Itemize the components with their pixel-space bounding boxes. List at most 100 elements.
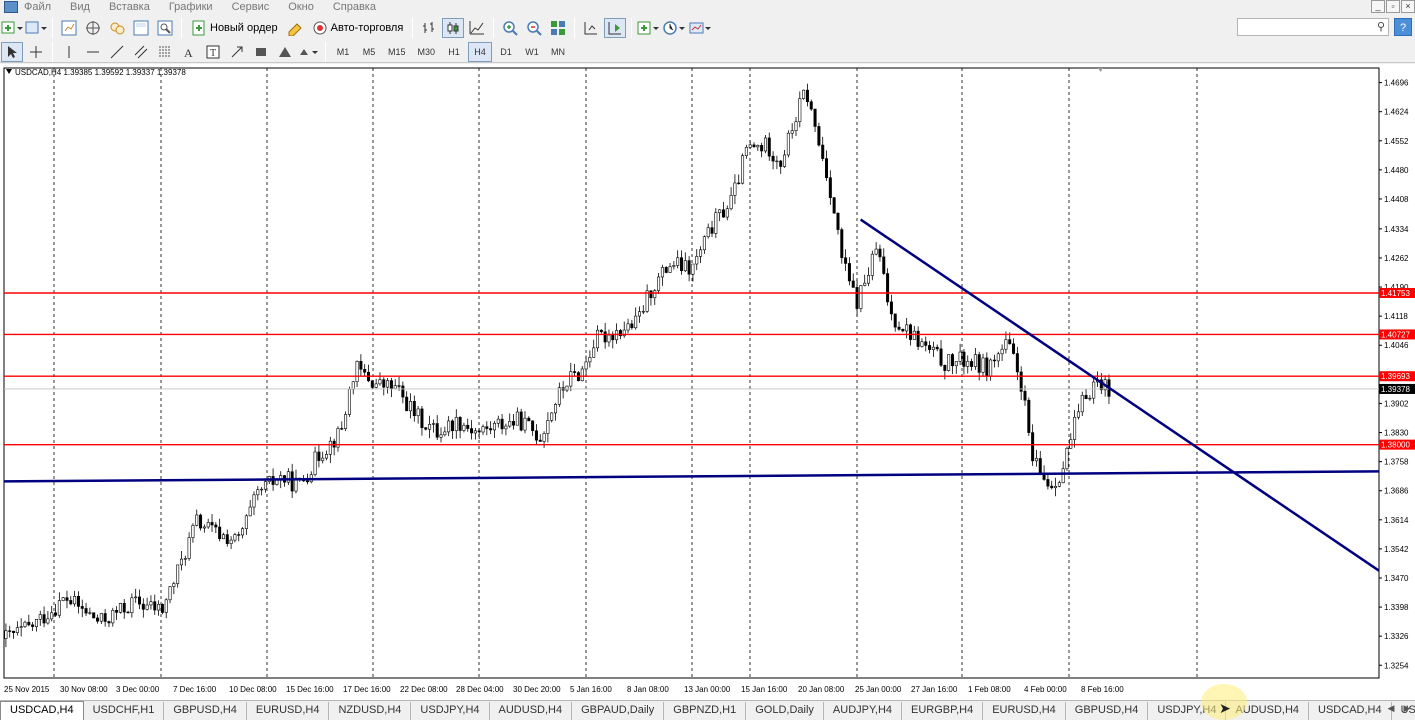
candle: [199, 513, 203, 531]
restore-button[interactable]: ▫: [1386, 0, 1400, 13]
chart-tab[interactable]: AUDUSD,H4: [490, 702, 573, 720]
zoom-out-icon[interactable]: [523, 18, 545, 38]
chart-tab[interactable]: USDCAD,H4: [0, 701, 84, 720]
cursor-icon[interactable]: [1, 41, 23, 62]
candle-body: [439, 434, 443, 438]
chart-tab[interactable]: NZDUSD,H4: [329, 702, 412, 720]
crosshair-icon[interactable]: [25, 42, 47, 62]
chart-tab[interactable]: GBPUSD,H4: [164, 702, 247, 720]
chart-tab[interactable]: EURUSD,H4: [983, 702, 1066, 720]
timeframe-m15[interactable]: M15: [383, 42, 411, 62]
new-chart-icon[interactable]: [1, 18, 23, 38]
candle: [947, 354, 951, 372]
indicators-icon[interactable]: [637, 18, 661, 38]
candle-body: [683, 260, 687, 272]
data-window-icon[interactable]: [82, 18, 104, 38]
help-button[interactable]: ?: [1394, 18, 1412, 36]
candle-body: [931, 346, 935, 350]
dropdown-triangle-icon[interactable]: [6, 69, 12, 74]
timeframe-mn[interactable]: MN: [546, 42, 570, 62]
candle-body: [950, 354, 954, 367]
chart-tab[interactable]: EURGBP,H4: [902, 702, 984, 720]
timeframe-m5[interactable]: M5: [357, 42, 381, 62]
navigator-icon[interactable]: [106, 18, 128, 38]
timeframe-w1[interactable]: W1: [520, 42, 544, 62]
tile-windows-icon[interactable]: [547, 18, 569, 38]
strategy-tester-icon[interactable]: [154, 18, 176, 38]
candle-body: [977, 354, 981, 373]
autotrading-button[interactable]: Авто-торговля: [308, 18, 408, 38]
chart-tab[interactable]: USDCAD,H4: [1309, 702, 1392, 720]
timeframe-h4[interactable]: H4: [468, 41, 493, 62]
text-label-icon[interactable]: T: [202, 42, 224, 62]
price-axis-label: 1.4262: [1384, 254, 1409, 263]
candle-body: [958, 351, 962, 362]
candle-body: [1027, 399, 1031, 433]
candlestick-chart-icon[interactable]: [442, 18, 465, 38]
bar-chart-icon[interactable]: [418, 18, 440, 38]
price-chart[interactable]: 1.4696 1.4624 1.4552 1.4480 1.4408 1.4334 1.42…: [0, 64, 1415, 700]
candle-body: [542, 433, 546, 442]
timeframe-m30[interactable]: M30: [413, 42, 441, 62]
line-chart-icon[interactable]: [466, 18, 488, 38]
candle-body: [61, 597, 65, 601]
trendline-icon[interactable]: [106, 42, 128, 62]
menu-insert[interactable]: Вставка: [109, 1, 150, 13]
scroll-left-icon[interactable]: ◀: [1383, 703, 1399, 714]
time-axis-label: 3 Dec 00:00: [116, 685, 160, 694]
text-icon[interactable]: A: [178, 42, 200, 62]
timeframe-d1[interactable]: D1: [494, 42, 518, 62]
chart-tab[interactable]: GBPNZD,H1: [664, 702, 747, 720]
auto-scroll-icon[interactable]: [604, 18, 627, 38]
price-axis-label: 1.3398: [1384, 603, 1409, 612]
chart-tab[interactable]: AUDJPY,H4: [824, 702, 903, 720]
minimize-button[interactable]: _: [1371, 0, 1385, 13]
triangle-icon[interactable]: [274, 42, 296, 62]
timeframe-m1[interactable]: M1: [331, 42, 355, 62]
terminal-icon[interactable]: [130, 18, 152, 38]
timeframe-h1[interactable]: H1: [442, 42, 466, 62]
search-input[interactable]: ⚲: [1237, 18, 1389, 36]
equidistant-channel-icon[interactable]: [130, 42, 152, 62]
menu-help[interactable]: Справка: [333, 1, 376, 13]
scroll-right-icon[interactable]: ▶: [1399, 703, 1415, 714]
arrows-icon[interactable]: [226, 42, 248, 62]
periods-icon[interactable]: [663, 18, 687, 38]
chart-tab[interactable]: EURUSD,H4: [247, 702, 330, 720]
meta-editor-icon[interactable]: [284, 18, 306, 38]
candle-body: [355, 361, 359, 383]
shapes-dropdown-icon[interactable]: [298, 42, 320, 62]
candle-body: [389, 380, 393, 389]
close-button[interactable]: ×: [1401, 0, 1415, 13]
chart-window[interactable]: 1.4696 1.4624 1.4552 1.4480 1.4408 1.4334 1.42…: [0, 64, 1415, 700]
fibonacci-icon[interactable]: [154, 42, 176, 62]
chart-tab[interactable]: USDCHF,H1: [84, 702, 165, 720]
zoom-in-icon[interactable]: [499, 18, 521, 38]
chart-tab[interactable]: USDJPY,H4: [411, 702, 490, 720]
templates-icon[interactable]: [689, 18, 713, 38]
chart-tab[interactable]: USDJPY,H4: [1148, 702, 1227, 720]
candle-body: [821, 144, 825, 159]
market-watch-icon[interactable]: [58, 18, 80, 38]
menu-charts[interactable]: Графики: [169, 1, 213, 13]
profiles-icon[interactable]: [25, 18, 47, 38]
menu-window[interactable]: Окно: [288, 1, 314, 13]
chart-tab[interactable]: GBPAUD,Daily: [572, 702, 665, 720]
candle: [817, 122, 821, 147]
candle-body: [588, 357, 592, 363]
chart-tab[interactable]: GOLD,Daily: [746, 702, 824, 720]
candle-body: [378, 379, 382, 385]
new-order-button[interactable]: Новый ордер: [187, 18, 282, 38]
menu-tools[interactable]: Сервис: [232, 1, 270, 13]
price-axis-label: 1.3902: [1384, 399, 1409, 408]
price-axis-label: 1.4552: [1384, 137, 1409, 146]
horizontal-line-icon[interactable]: [82, 42, 104, 62]
chart-shift-icon[interactable]: [580, 18, 602, 38]
vertical-line-icon[interactable]: [58, 42, 80, 62]
rectangle-icon[interactable]: [250, 42, 272, 62]
menu-view[interactable]: Вид: [70, 1, 90, 13]
chart-tab[interactable]: AUDUSD,H4: [1226, 702, 1310, 720]
chart-tab[interactable]: GBPUSD,H4: [1066, 702, 1149, 720]
candle-body: [263, 481, 267, 490]
menu-file[interactable]: Файл: [24, 1, 51, 13]
